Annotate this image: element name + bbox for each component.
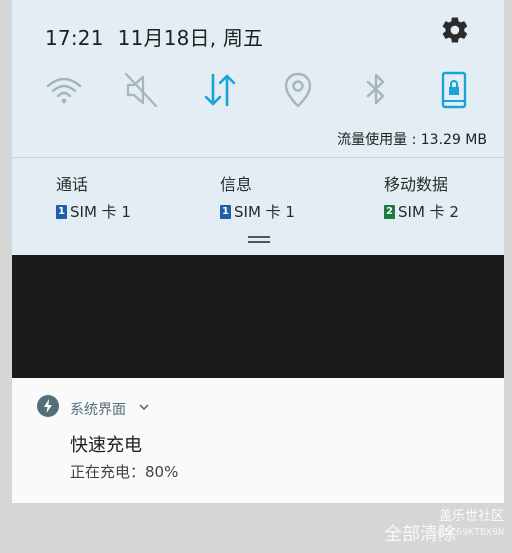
sim-setting-value: SIM 卡 1 xyxy=(234,203,295,221)
divider xyxy=(12,157,504,158)
settings-gear-icon[interactable] xyxy=(440,15,470,45)
sim-setting-calls[interactable]: 通话 1 SIM 卡 1 xyxy=(56,171,131,222)
location-icon[interactable] xyxy=(278,70,318,110)
drag-handle-icon[interactable] xyxy=(248,236,270,244)
app-icon xyxy=(37,395,59,417)
clock: 17:21 xyxy=(45,26,104,50)
sim-setting-title: 信息 xyxy=(220,175,253,194)
notification-title: 快速充电 xyxy=(70,435,142,456)
background-area xyxy=(12,255,504,378)
status-header: 17:21 11月18日, 周五 xyxy=(45,22,263,51)
sim-setting-value: SIM 卡 2 xyxy=(398,203,459,221)
notification-text: 正在充电：80% xyxy=(70,463,179,481)
notification-card[interactable]: 系统界面 快速充电 正在充电：80% xyxy=(12,378,504,503)
sim-setting-title: 移动数据 xyxy=(384,175,449,194)
sim-setting-messages[interactable]: 信息 1 SIM 卡 1 xyxy=(220,171,295,222)
wifi-icon[interactable] xyxy=(44,70,84,110)
sim-card-icon: 1 xyxy=(220,204,231,219)
sim-card-icon: 2 xyxy=(384,204,395,219)
app-name: 系统界面 xyxy=(70,402,126,418)
lightning-icon xyxy=(44,399,52,413)
bluetooth-icon[interactable] xyxy=(356,70,396,110)
mute-icon[interactable] xyxy=(122,70,162,110)
screen-lock-icon[interactable] xyxy=(434,70,474,110)
sim-setting-value: SIM 卡 1 xyxy=(70,203,131,221)
quick-settings-panel: 17:21 11月18日, 周五 流量使用量: 13.29 MB 通话 1 S… xyxy=(12,0,504,255)
watermark-logo: 盖乐世社区 xyxy=(438,509,504,524)
sim-card-icon: 1 xyxy=(56,204,67,219)
sim-setting-title: 通话 xyxy=(56,175,89,194)
quick-settings-row xyxy=(12,70,504,110)
sim-setting-mobile-data[interactable]: 移动数据 2 SIM 卡 2 xyxy=(384,171,459,222)
date: 11月18日, 周五 xyxy=(117,26,264,50)
data-usage-label[interactable]: 流量使用量 : 13.29 MB xyxy=(337,129,487,149)
mobile-data-icon[interactable] xyxy=(200,70,240,110)
chevron-down-icon[interactable] xyxy=(139,403,149,411)
watermark-handle: @SC69KTBX9N xyxy=(437,527,504,538)
